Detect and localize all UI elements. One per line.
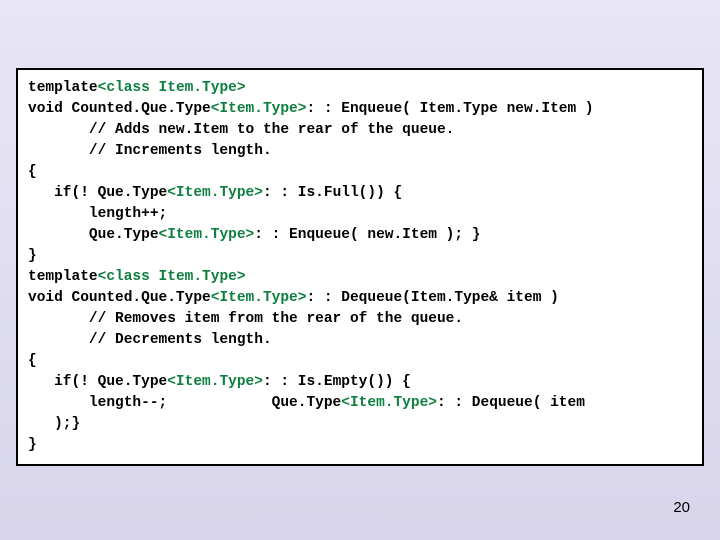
page-number: 20: [673, 499, 690, 516]
code-line: void Counted.Que.Type<Item.Type>: : Dequ…: [28, 288, 692, 309]
code-text: void Counted.Que.Type: [28, 290, 211, 306]
code-text: );}: [28, 416, 80, 432]
code-text: // Decrements length.: [28, 332, 272, 348]
code-line: // Adds new.Item to the rear of the queu…: [28, 120, 692, 141]
code-line: length--; Que.Type<Item.Type>: : Dequeue…: [28, 393, 692, 414]
code-line: if(! Que.Type<Item.Type>: : Is.Empty()) …: [28, 372, 692, 393]
code-line: );}: [28, 414, 692, 435]
code-text: // Increments length.: [28, 143, 272, 159]
code-line: // Increments length.: [28, 141, 692, 162]
code-line: template<class Item.Type>: [28, 267, 692, 288]
code-text: length--; Que.Type: [28, 395, 341, 411]
template-param: <class Item.Type>: [98, 269, 246, 285]
code-line: }: [28, 246, 692, 267]
code-line: {: [28, 162, 692, 183]
code-text: {: [28, 353, 37, 369]
code-text: template: [28, 269, 98, 285]
code-text: }: [28, 248, 37, 264]
code-text: : : Is.Empty()) {: [263, 374, 411, 390]
code-line: // Removes item from the rear of the que…: [28, 309, 692, 330]
code-line: template<class Item.Type>: [28, 78, 692, 99]
code-line: if(! Que.Type<Item.Type>: : Is.Full()) {: [28, 183, 692, 204]
code-text: : : Dequeue( item: [437, 395, 585, 411]
code-text: if(! Que.Type: [28, 185, 167, 201]
code-text: : : Dequeue(Item.Type& item ): [306, 290, 558, 306]
code-line: void Counted.Que.Type<Item.Type>: : Enqu…: [28, 99, 692, 120]
code-text: Que.Type: [28, 227, 159, 243]
code-text: : : Enqueue( Item.Type new.Item ): [306, 101, 593, 117]
code-text: : : Is.Full()) {: [263, 185, 402, 201]
code-text: if(! Que.Type: [28, 374, 167, 390]
template-param: <Item.Type>: [341, 395, 437, 411]
code-text: void Counted.Que.Type: [28, 101, 211, 117]
template-param: <Item.Type>: [167, 185, 263, 201]
code-text: {: [28, 164, 37, 180]
code-text: template: [28, 80, 98, 96]
template-param: <Item.Type>: [167, 374, 263, 390]
code-text: : : Enqueue( new.Item ); }: [254, 227, 480, 243]
code-line: length++;: [28, 204, 692, 225]
code-text: length++;: [28, 206, 167, 222]
template-param: <Item.Type>: [211, 101, 307, 117]
template-param: <Item.Type>: [211, 290, 307, 306]
template-param: <class Item.Type>: [98, 80, 246, 96]
code-line: }: [28, 435, 692, 456]
code-text: // Adds new.Item to the rear of the queu…: [28, 122, 454, 138]
code-box: template<class Item.Type>void Counted.Qu…: [16, 68, 704, 466]
code-line: Que.Type<Item.Type>: : Enqueue( new.Item…: [28, 225, 692, 246]
code-line: // Decrements length.: [28, 330, 692, 351]
code-line: {: [28, 351, 692, 372]
template-param: <Item.Type>: [159, 227, 255, 243]
code-text: }: [28, 437, 37, 453]
code-text: // Removes item from the rear of the que…: [28, 311, 463, 327]
